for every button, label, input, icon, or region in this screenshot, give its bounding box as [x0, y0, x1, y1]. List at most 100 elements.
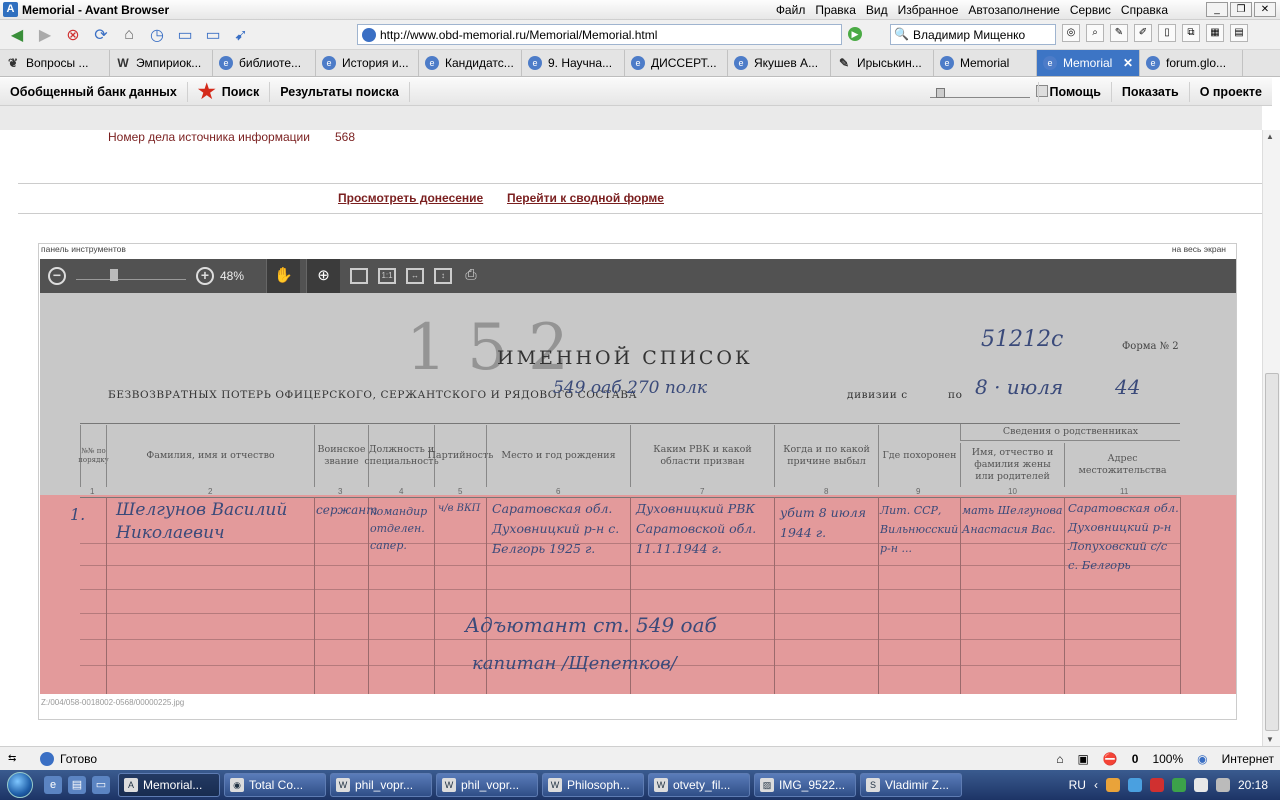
menu-file[interactable]: Файл [776, 3, 806, 17]
refresh-icon[interactable]: ⟳ [90, 24, 112, 46]
explorer-icon[interactable]: ▤ [68, 776, 86, 794]
task-philosoph[interactable]: W Philosoph... [542, 773, 644, 797]
task-phil-vopr-2[interactable]: Wphil_vopr... [436, 773, 538, 797]
close-tab-icon[interactable]: ✕ [1123, 56, 1133, 70]
search-engine-icon[interactable]: ◎ [1062, 24, 1080, 42]
clock[interactable]: 20:18 [1238, 778, 1268, 792]
col-num: 3 [338, 487, 343, 496]
tab-nauchna[interactable]: e 9. Научна... [522, 50, 625, 76]
col-header-party: Партийность [428, 425, 493, 487]
nav-show[interactable]: Показать [1110, 82, 1189, 102]
print-icon[interactable]: ⎙ [462, 267, 480, 284]
zoom-out-icon[interactable]: − [48, 267, 66, 285]
task-phil-vopr-1[interactable]: Wphil_vopr... [330, 773, 432, 797]
tab-empiriokriticism[interactable]: W Эмпириок... [110, 50, 213, 76]
task-img[interactable]: ▨ IMG_9522... [754, 773, 856, 797]
tray-app-icon[interactable] [1105, 778, 1120, 792]
task-vladimir[interactable]: S Vladimir Z... [860, 773, 962, 797]
zoom-in-icon[interactable]: + [196, 267, 214, 285]
tab-memorial-1[interactable]: e Memorial [934, 50, 1037, 76]
back-icon[interactable]: ◀ [6, 24, 28, 46]
tile-icon[interactable]: ▦ [1206, 24, 1224, 42]
minimize-tabs-icon[interactable]: ▭ [202, 24, 224, 46]
status-toggle-icon[interactable]: ⇆ [8, 753, 16, 764]
zoom-slider[interactable] [76, 269, 186, 281]
col-num: 6 [556, 487, 561, 496]
site-zoom-slider[interactable] [930, 86, 1030, 98]
monitor-icon: ▣ [1077, 752, 1089, 766]
close-window-button[interactable]: ✕ [1254, 2, 1276, 17]
brush-icon[interactable]: ✐ [1134, 24, 1152, 42]
start-button[interactable] [0, 770, 40, 800]
go-button[interactable]: ▶ [848, 27, 862, 41]
minimize-button[interactable]: _ [1206, 2, 1228, 17]
tray-volume-icon[interactable] [1215, 778, 1230, 792]
tab-biblioteka[interactable]: e библиоте... [213, 50, 316, 76]
actual-size-icon[interactable]: 1:1 [378, 268, 397, 284]
scrollbar-thumb[interactable] [1265, 373, 1279, 731]
fit-width-icon[interactable]: ↔ [406, 268, 425, 284]
clean-icon[interactable]: ✎ [1110, 24, 1128, 42]
tab-voprosy[interactable]: ❦ Вопросы ... [0, 50, 110, 76]
desktop-icon[interactable]: ▭ [92, 776, 110, 794]
stop-icon[interactable]: ⊗ [62, 24, 84, 46]
maximize-button[interactable]: ❐ [1230, 2, 1252, 17]
view-report-link[interactable]: Просмотреть донесение [338, 191, 483, 205]
nav-search[interactable]: ★ Поиск [188, 81, 271, 102]
menu-favorites[interactable]: Избранное [898, 3, 959, 17]
popup-blocker-icon[interactable]: ⛔ [1103, 752, 1118, 766]
col-num: 4 [399, 487, 404, 496]
menu-edit[interactable]: Правка [815, 3, 856, 17]
tray-skype-icon[interactable] [1127, 778, 1142, 792]
fullscreen-link[interactable]: на весь экран [1172, 244, 1226, 254]
tab-yakushev[interactable]: e Якушев А... [728, 50, 831, 76]
cascade-icon[interactable]: ▤ [1230, 24, 1248, 42]
nav-help[interactable]: Помощь [1038, 82, 1110, 102]
nav-bank[interactable]: Обобщенный банк данных [0, 81, 188, 102]
zoom-region-icon[interactable]: ⊕ [306, 259, 341, 293]
pointer-icon[interactable]: ➹ [230, 24, 252, 46]
tab-forum[interactable]: e forum.glo... [1140, 50, 1243, 76]
tray-expand-icon[interactable]: ‹ [1094, 778, 1098, 792]
history-icon[interactable]: ◷ [146, 24, 168, 46]
zoom-slider-thumb[interactable] [110, 269, 118, 281]
language-indicator[interactable]: RU [1069, 778, 1086, 792]
scroll-down-icon[interactable]: ▼ [1266, 735, 1274, 744]
task-total-commander[interactable]: ◉ Total Co... [224, 773, 326, 797]
nav-results[interactable]: Результаты поиска [270, 81, 410, 102]
tab-iryskin[interactable]: ✎ Ирыськин... [831, 50, 934, 76]
copy-icon[interactable]: ⧉ [1182, 24, 1200, 42]
forward-icon[interactable]: ▶ [34, 24, 56, 46]
scroll-up-icon[interactable]: ▲ [1266, 132, 1274, 141]
tray-messenger-icon[interactable] [1171, 778, 1186, 792]
image-viewer: панель инструментов на весь экран − + 48… [38, 243, 1237, 720]
tray-mail-icon[interactable] [1193, 778, 1208, 792]
find-icon[interactable]: ⌕ [1086, 24, 1104, 42]
page-icon[interactable]: ▯ [1158, 24, 1176, 42]
row-number: 1. [70, 505, 86, 524]
page-scrollbar[interactable]: ▲ ▼ [1262, 130, 1280, 746]
task-memorial[interactable]: A Memorial... [118, 773, 220, 797]
menu-autofill[interactable]: Автозаполнение [968, 3, 1059, 17]
hand-tool-icon[interactable]: ✋ [266, 259, 301, 293]
fit-page-icon[interactable] [350, 268, 369, 284]
tray-antivirus-icon[interactable] [1149, 778, 1164, 792]
tab-memorial-active[interactable]: e Memorial ✕ [1037, 50, 1140, 76]
home-icon[interactable]: ⌂ [118, 24, 140, 46]
tab-kandidat[interactable]: e Кандидатс... [419, 50, 522, 76]
menu-view[interactable]: Вид [866, 3, 888, 17]
tab-dissert[interactable]: e ДИССЕРТ... [625, 50, 728, 76]
address-bar[interactable]: http://www.obd-memorial.ru/Memorial/Memo… [357, 24, 842, 45]
task-otvety[interactable]: Wotvety_fil... [648, 773, 750, 797]
ie-icon[interactable]: e [44, 776, 62, 794]
nav-about[interactable]: О проекте [1188, 82, 1272, 102]
menu-help[interactable]: Справка [1121, 3, 1168, 17]
tab-istoriya[interactable]: e История и... [316, 50, 419, 76]
menu-tools[interactable]: Сервис [1070, 3, 1111, 17]
summary-form-link[interactable]: Перейти к сводной форме [507, 191, 664, 205]
status-zoom[interactable]: 100% [1152, 752, 1183, 766]
fit-height-icon[interactable]: ↕ [434, 268, 453, 284]
new-window-icon[interactable]: ▭ [174, 24, 196, 46]
slider-thumb[interactable] [936, 88, 945, 98]
search-box[interactable]: 🔍 Владимир Мищенко [890, 24, 1056, 45]
